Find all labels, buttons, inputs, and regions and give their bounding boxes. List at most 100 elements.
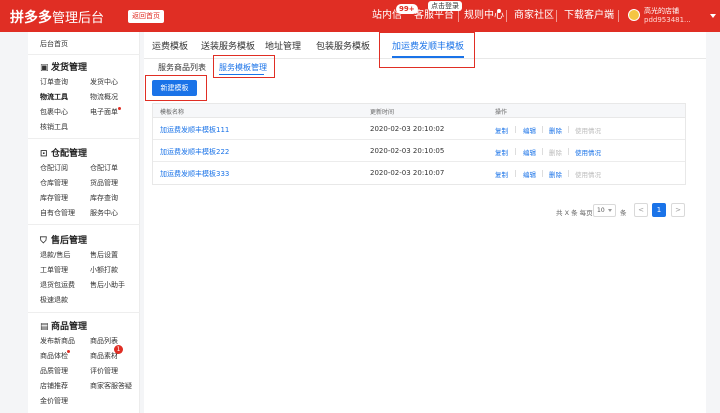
op-divider <box>542 126 543 133</box>
back-home-button[interactable]: 返回首页 <box>128 10 164 23</box>
sidebar-item-ticket-management[interactable]: 工单管理 <box>40 265 68 275</box>
page-size-select[interactable]: 10 <box>593 204 616 217</box>
sidebar-item-logistics-overview[interactable]: 物流概况 <box>90 92 118 102</box>
material-count-badge: 1 <box>114 345 123 354</box>
goods-icon: ▤ <box>40 322 49 332</box>
sidebar-item-publish-goods[interactable]: 发布新商品 <box>40 336 75 346</box>
sidebar-divider <box>28 312 140 313</box>
table-header: 模板名称 更新时间 操作 <box>153 104 685 118</box>
user-name[interactable]: 高光的店铺 <box>644 7 679 16</box>
column-header-name: 模板名称 <box>160 109 185 116</box>
sidebar-section-goods[interactable]: ▤ 商品管理 <box>40 319 87 332</box>
sidebar-item-merchant-qa[interactable]: 商家客服答疑 <box>90 381 132 391</box>
template-name-link[interactable]: 加运费发顺丰模板222 <box>160 147 229 157</box>
edit-link[interactable]: 编辑 <box>523 147 536 157</box>
op-divider <box>568 126 569 133</box>
sidebar-item-after-sales-assistant[interactable]: 售后小助手 <box>90 280 125 290</box>
sidebar-item-small-payment[interactable]: 小额打款 <box>90 265 118 275</box>
column-header-actions: 操作 <box>495 109 508 116</box>
page-size-value: 10 <box>597 207 605 214</box>
op-divider <box>568 148 569 155</box>
delete-link[interactable]: 删除 <box>549 125 562 135</box>
sidebar-item-package-center[interactable]: 包裹中心 <box>40 107 68 117</box>
template-name-link[interactable]: 加运费发顺丰模板333 <box>160 169 229 179</box>
sidebar-divider <box>28 138 140 139</box>
avatar[interactable] <box>628 9 640 21</box>
sidebar-item-return-shipping[interactable]: 退货包运费 <box>40 280 75 290</box>
op-divider <box>515 170 516 177</box>
prev-page-button[interactable]: < <box>634 203 648 217</box>
chevron-down-icon <box>608 209 612 212</box>
nav-download-client[interactable]: 下载客户端 <box>564 0 614 32</box>
table-row: 加运费发顺丰模板333 2020-02-03 20:10:07 复制 编辑 删除… <box>153 162 685 184</box>
new-dot <box>67 350 70 353</box>
delete-link[interactable]: 删除 <box>549 169 562 179</box>
edit-link[interactable]: 编辑 <box>523 169 536 179</box>
sidebar-item-warehouse-subscription[interactable]: 仓配订阅 <box>40 163 68 173</box>
sidebar-item-order-query[interactable]: 订单查询 <box>40 77 68 87</box>
sidebar-item-goods-check[interactable]: 商品体检 <box>40 351 68 361</box>
nav-merchant-community[interactable]: 商家社区 <box>514 0 554 32</box>
copy-link[interactable]: 复制 <box>495 125 508 135</box>
sidebar-item-fast-refund[interactable]: 极速退款 <box>40 295 68 305</box>
update-time: 2020-02-03 20:10:02 <box>370 125 445 133</box>
sidebar-home[interactable]: 后台首页 <box>40 39 68 49</box>
sidebar-item-e-waybill[interactable]: 电子面单 <box>90 107 118 117</box>
sidebar-item-verification-tools[interactable]: 核销工具 <box>40 122 68 132</box>
warehouse-icon: ⊡ <box>40 149 48 159</box>
highlight-box-new-button <box>145 75 207 101</box>
sidebar-item-warehouse-management[interactable]: 仓库管理 <box>40 178 68 188</box>
op-divider <box>568 170 569 177</box>
copy-link[interactable]: 复制 <box>495 169 508 179</box>
sidebar-section-after-sales[interactable]: ⛉ 售后管理 <box>40 233 87 246</box>
nav-divider <box>506 10 507 22</box>
sidebar-section-warehouse[interactable]: ⊡ 仓配管理 <box>40 146 87 159</box>
sidebar-item-own-warehouse[interactable]: 自有仓管理 <box>40 208 75 218</box>
update-time: 2020-02-03 20:10:05 <box>370 147 445 155</box>
page-1-button[interactable]: 1 <box>652 203 666 217</box>
tab-packaging-template[interactable]: 包装服务模板 <box>316 39 370 52</box>
section-title: 仓配管理 <box>51 149 88 159</box>
sidebar-item-shipping-center[interactable]: 发货中心 <box>90 77 118 87</box>
sidebar-item-store-recommend[interactable]: 店铺推荐 <box>40 381 68 391</box>
section-title: 商品管理 <box>51 322 88 332</box>
sidebar-item-inventory-query[interactable]: 库存查询 <box>90 193 118 203</box>
sidebar-section-delivery[interactable]: ▣ 发货管理 <box>40 60 87 73</box>
tab-freight-template[interactable]: 运费模板 <box>152 39 188 52</box>
template-name-link[interactable]: 加运费发顺丰模板111 <box>160 125 229 135</box>
rules-dot <box>497 9 501 13</box>
nav-rules-center[interactable]: 规则中心 <box>464 0 504 32</box>
sidebar-item-goods-list[interactable]: 商品列表 <box>90 336 118 346</box>
sidebar: 后台首页 ▣ 发货管理 订单查询 发货中心 物流工具 物流概况 包裹中心 电子面单… <box>28 32 140 413</box>
sidebar-item-logistics-tools[interactable]: 物流工具 <box>40 92 68 102</box>
sidebar-item-after-sales-settings[interactable]: 售后设置 <box>90 250 118 260</box>
table-row: 加运费发顺丰模板111 2020-02-03 20:10:02 复制 编辑 删除… <box>153 118 685 140</box>
tab-delivery-install-template[interactable]: 送装服务模板 <box>201 39 255 52</box>
nav-divider <box>458 10 459 22</box>
usage-link[interactable]: 使用情况 <box>575 147 601 157</box>
sidebar-item-service-center[interactable]: 服务中心 <box>90 208 118 218</box>
section-title: 售后管理 <box>51 236 88 246</box>
nav-divider <box>618 10 619 22</box>
sidebar-item-warehouse-orders[interactable]: 仓配订单 <box>90 163 118 173</box>
sidebar-item-quality-management[interactable]: 品质管理 <box>40 366 68 376</box>
highlight-box-subtab <box>213 55 275 78</box>
sidebar-item-goods-material[interactable]: 商品素材 <box>90 351 118 361</box>
op-divider <box>542 148 543 155</box>
chevron-down-icon[interactable] <box>710 14 716 18</box>
next-page-button[interactable]: > <box>671 203 685 217</box>
copy-link[interactable]: 复制 <box>495 147 508 157</box>
sidebar-item-inventory-management[interactable]: 库存管理 <box>40 193 68 203</box>
edit-link[interactable]: 编辑 <box>523 125 536 135</box>
usage-link-disabled: 使用情况 <box>575 127 601 135</box>
sidebar-item-gold-price[interactable]: 金价管理 <box>40 396 68 406</box>
login-tip[interactable]: 点击登录 <box>428 1 462 11</box>
sidebar-item-review-management[interactable]: 评价管理 <box>90 366 118 376</box>
logo[interactable]: 拼多多管理后台 <box>10 7 104 27</box>
tab-address-management[interactable]: 地址管理 <box>265 39 301 52</box>
sidebar-item-goods-management[interactable]: 货品管理 <box>90 178 118 188</box>
user-id: pdd953481... <box>644 16 691 24</box>
sidebar-item-refund[interactable]: 退款/售后 <box>40 250 70 260</box>
subtab-service-goods-list[interactable]: 服务商品列表 <box>158 62 206 73</box>
template-table: 模板名称 更新时间 操作 加运费发顺丰模板111 2020-02-03 20:1… <box>152 103 686 185</box>
